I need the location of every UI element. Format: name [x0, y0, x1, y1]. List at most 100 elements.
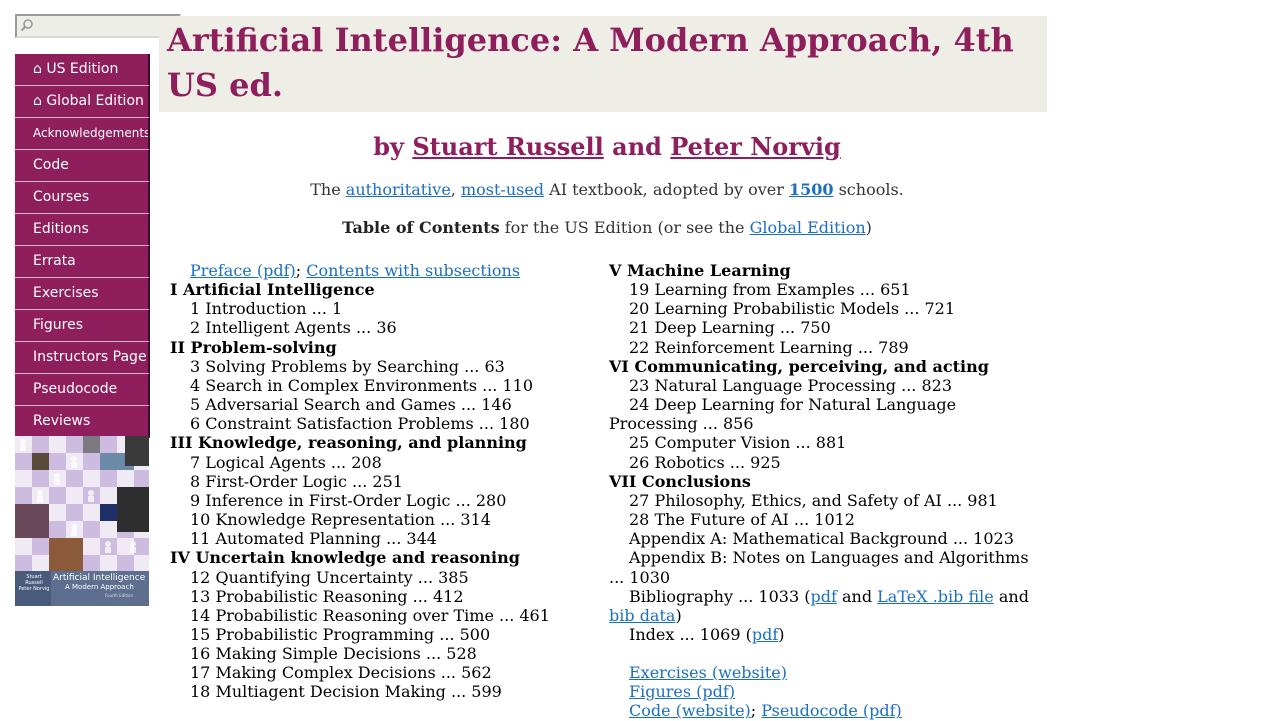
bibliography-and-2: and	[998, 586, 1029, 606]
toc-chapter-1: 1 Introduction ... 1	[190, 299, 343, 319]
global-edition-link[interactable]: Global Edition	[750, 218, 866, 237]
toc-chapter-7: 7 Logical Agents ... 208	[190, 452, 382, 472]
toc-chapter-17: 17 Making Complex Decisions ... 562	[190, 663, 492, 683]
byline-and: and	[612, 132, 662, 161]
toc-appendix-a: Appendix A: Mathematical Background ... …	[629, 529, 1014, 549]
toc-chapter-20: 20 Learning Probabilistic Models ... 721	[629, 299, 956, 319]
author-link-norvig[interactable]: Peter Norvig	[670, 132, 840, 161]
cover-title: Artificial Intelligence	[53, 573, 146, 583]
toc-right-column: V Machine Learning 19 Learning from Exam…	[609, 261, 1039, 721]
toc-separator: ;	[295, 261, 302, 280]
toc-chapter-16: 16 Making Simple Decisions ... 528	[190, 644, 477, 664]
toc-chapter-8: 8 First-Order Logic ... 251	[190, 471, 403, 491]
toc-heading: Table of Contents for the US Edition (or…	[159, 218, 1055, 237]
toc-chapter-26: 26 Robotics ... 925	[629, 452, 781, 472]
index-label: Index ... 1069 (	[629, 624, 752, 644]
bibliography-label: Bibliography ... 1033 (	[629, 586, 811, 606]
sidebar-item-errata[interactable]: Errata	[15, 246, 150, 278]
toc-chapter-19: 19 Learning from Examples ... 651	[629, 280, 911, 300]
tagline-pre: The	[310, 180, 341, 199]
tagline-mid: AI textbook, adopted by over	[549, 180, 784, 199]
pseudocode-link[interactable]: Pseudocode (pdf)	[761, 701, 901, 720]
toc-chapter-28: 28 The Future of AI ... 1012	[629, 510, 855, 530]
toc-part-6: VI Communicating, perceiving, and acting	[609, 356, 989, 376]
search-icon	[20, 19, 33, 32]
toc-chapter-9: 9 Inference in First-Order Logic ... 280	[190, 490, 507, 510]
toc-code-line: Code (website); Pseudocode (pdf)	[609, 701, 1039, 720]
search-input[interactable]	[37, 16, 177, 36]
toc-figures-line: Figures (pdf)	[609, 682, 1039, 701]
toc-part-3: III Knowledge, reasoning, and planning	[170, 433, 527, 453]
title-banner: Artificial Intelligence: A Modern Approa…	[159, 16, 1047, 112]
toc-preface-line: Preface (pdf); Contents with subsections	[170, 261, 590, 280]
sidebar-item-courses[interactable]: Courses	[15, 182, 150, 214]
sidebar-nav: ⌂ US Edition ⌂ Global Edition Acknowledg…	[15, 54, 150, 438]
preface-link[interactable]: Preface (pdf)	[190, 261, 296, 280]
toc-chapter-15: 15 Probabilistic Programming ... 500	[190, 624, 491, 644]
toc-exercises-line: Exercises (website)	[609, 663, 1039, 682]
toc-part-2: II Problem-solving	[170, 337, 337, 357]
sidebar-item-us-edition[interactable]: ⌂ US Edition	[15, 54, 150, 86]
contents-subsections-link[interactable]: Contents with subsections	[306, 261, 520, 280]
adoptions-link[interactable]: 1500	[789, 180, 834, 199]
book-cover-image[interactable]: Stuart Russell Peter Norvig Artificial I…	[15, 436, 149, 606]
toc-part-5: V Machine Learning	[609, 261, 791, 280]
toc-chapter-3: 3 Solving Problems by Searching ... 63	[190, 356, 505, 376]
byline-by: by	[373, 132, 404, 161]
tagline-comma: ,	[450, 180, 456, 199]
toc-part-1: I Artificial Intelligence	[170, 280, 375, 300]
bibliography-data-link[interactable]: bib data	[609, 606, 675, 625]
code-link[interactable]: Code (website)	[629, 701, 751, 720]
figures-link[interactable]: Figures (pdf)	[629, 682, 735, 701]
sidebar-item-figures[interactable]: Figures	[15, 310, 150, 342]
toc-chapter-4: 4 Search in Complex Environments ... 110	[190, 375, 534, 395]
sidebar-item-editions[interactable]: Editions	[15, 214, 150, 246]
toc-chapter-10: 10 Knowledge Representation ... 314	[190, 510, 491, 530]
sidebar-item-exercises[interactable]: Exercises	[15, 278, 150, 310]
sidebar-item-instructors-page[interactable]: Instructors Page	[15, 342, 150, 374]
bibliography-close: )	[675, 605, 682, 625]
search-box[interactable]	[15, 14, 181, 38]
toc-chapter-2: 2 Intelligent Agents ... 36	[190, 318, 397, 338]
exercises-link[interactable]: Exercises (website)	[629, 663, 787, 682]
toc-index: Index ... 1069 (pdf)	[609, 625, 1039, 644]
cover-subtitle: A Modern Approach	[65, 583, 134, 591]
toc-chapter-6: 6 Constraint Satisfaction Problems ... 1…	[190, 414, 530, 434]
toc-heading-bold: Table of Contents	[342, 218, 500, 237]
bibliography-and-1: and	[841, 586, 873, 606]
toc-chapter-25: 25 Computer Vision ... 881	[629, 433, 847, 453]
toc-chapter-23: 23 Natural Language Processing ... 823	[629, 375, 952, 395]
sidebar-item-global-edition[interactable]: ⌂ Global Edition	[15, 86, 150, 118]
toc-chapter-5: 5 Adversarial Search and Games ... 146	[190, 395, 512, 415]
toc-chapter-27: 27 Philosophy, Ethics, and Safety of AI …	[629, 490, 998, 510]
sidebar-item-reviews[interactable]: Reviews	[15, 406, 150, 438]
index-close: )	[778, 624, 785, 644]
toc-chapter-22: 22 Reinforcement Learning ... 789	[629, 337, 909, 357]
toc-heading-mid: for the US Edition (or see the	[504, 218, 745, 237]
tagline: The authoritative, most-used AI textbook…	[159, 180, 1055, 199]
tagline-post: schools.	[838, 180, 904, 199]
index-pdf-link[interactable]: pdf	[752, 625, 778, 644]
toc-heading-close: )	[865, 218, 872, 237]
toc-chapter-14: 14 Probabilistic Reasoning over Time ...…	[190, 605, 550, 625]
cover-author-2: Peter Norvig	[18, 586, 50, 592]
toc-chapter-12: 12 Quantifying Uncertainty ... 385	[190, 567, 469, 587]
authoritative-link[interactable]: authoritative	[346, 180, 451, 199]
sidebar-item-pseudocode[interactable]: Pseudocode	[15, 374, 150, 406]
bibliography-latex-link[interactable]: LaTeX .bib file	[877, 587, 994, 606]
toc-chapter-13: 13 Probabilistic Reasoning ... 412	[190, 586, 464, 606]
toc-spacer	[609, 644, 1039, 663]
byline: by Stuart Russell and Peter Norvig	[159, 132, 1055, 161]
toc-bibliography: Bibliography ... 1033 (pdf and LaTeX .bi…	[609, 587, 1039, 625]
cover-edition: Fourth Edition	[105, 593, 133, 598]
cover-author-1: Stuart Russell	[25, 574, 43, 586]
toc-appendix-b: Appendix B: Notes on Languages and Algor…	[609, 548, 1029, 587]
toc-chapter-24: 24 Deep Learning for Natural Language Pr…	[609, 395, 957, 434]
bibliography-pdf-link[interactable]: pdf	[810, 587, 836, 606]
page-title: Artificial Intelligence: A Modern Approa…	[167, 21, 1014, 104]
sidebar-item-code[interactable]: Code	[15, 150, 150, 182]
sidebar-item-acknowledgements[interactable]: Acknowledgements	[15, 118, 150, 150]
author-link-russell[interactable]: Stuart Russell	[412, 132, 603, 161]
most-used-link[interactable]: most-used	[461, 180, 544, 199]
toc-chapter-18: 18 Multiagent Decision Making ... 599	[190, 682, 502, 702]
